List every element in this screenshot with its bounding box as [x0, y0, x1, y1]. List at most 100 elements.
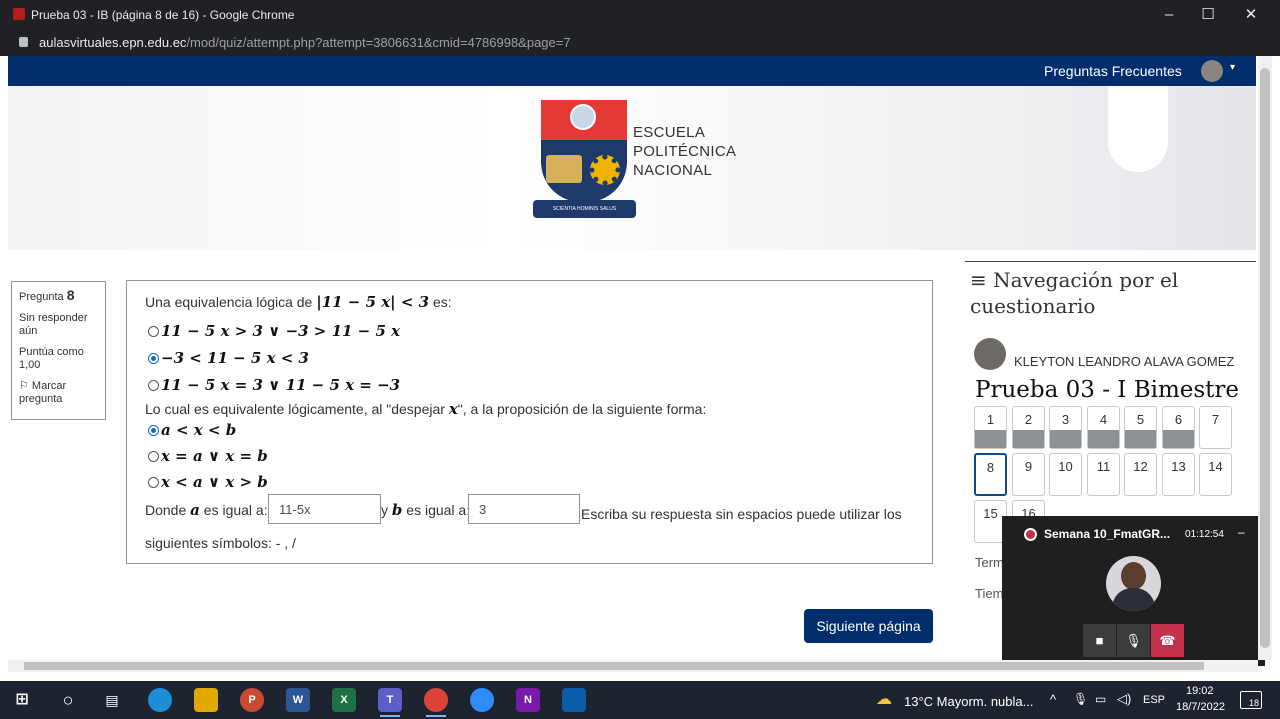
close-window-button[interactable]: ✕: [1228, 4, 1274, 26]
question-nav-button[interactable]: 12: [1124, 453, 1157, 496]
notification-count: 18: [1248, 698, 1259, 708]
question-nav-button[interactable]: 3: [1049, 406, 1082, 449]
logo-motto: SCIENTIA HOMINIS SALUS: [533, 200, 636, 218]
notifications-icon[interactable]: 18: [1240, 691, 1262, 709]
option-text: 11 − 5 x = 3 ∨ 11 − 5 x = −3: [161, 376, 401, 394]
question-nav-number: 4: [1099, 412, 1108, 427]
option-1-1[interactable]: 11 − 5 x > 3 ∨ −3 > 11 − 5 x: [148, 322, 400, 341]
answered-indicator: [1163, 430, 1194, 448]
microphone-icon[interactable]: 🎙: [1073, 692, 1088, 706]
battery-icon[interactable]: ▭: [1095, 692, 1106, 706]
hang-up-button[interactable]: ☎: [1151, 624, 1184, 657]
user-avatar[interactable]: [1201, 60, 1223, 82]
question-grade: Puntúa como 1,00: [19, 346, 84, 371]
clock-time[interactable]: 19:02: [1186, 685, 1214, 697]
horizontal-scrollbar[interactable]: [8, 660, 1258, 672]
finish-attempt-link[interactable]: Term: [975, 555, 1004, 570]
faq-link[interactable]: Preguntas Frecuentes: [1044, 63, 1182, 79]
question-nav-button[interactable]: 7: [1199, 406, 1232, 449]
clock-date[interactable]: 18/7/2022: [1176, 701, 1225, 713]
radio-button[interactable]: [148, 451, 159, 462]
photos-icon[interactable]: [562, 688, 586, 712]
tray-chevron-icon[interactable]: ^: [1050, 692, 1056, 707]
weather-text[interactable]: 13°C Mayorm. nubla...: [904, 694, 1033, 709]
teams-icon[interactable]: T: [378, 688, 402, 717]
question-nav-button[interactable]: 9: [1012, 453, 1045, 496]
intro-suffix: es:: [432, 294, 452, 310]
flag-icon: ⚐: [19, 380, 32, 392]
middle-suffix: ", a la proposición de la siguiente form…: [457, 401, 707, 417]
volume-icon[interactable]: ◁): [1117, 691, 1131, 707]
search-icon[interactable]: ○: [56, 688, 80, 712]
student-avatar: [974, 338, 1006, 370]
logo-line-3: NACIONAL: [633, 162, 713, 179]
scrollbar-thumb[interactable]: [1260, 68, 1270, 648]
question-nav-number: 13: [1171, 459, 1186, 474]
vertical-scrollbar[interactable]: [1258, 56, 1272, 660]
answered-indicator: [975, 430, 1006, 448]
language-indicator[interactable]: ESP: [1143, 694, 1165, 706]
flag-question-link[interactable]: ⚐ Marcar pregunta: [19, 380, 98, 406]
option-1-3[interactable]: 11 − 5 x = 3 ∨ 11 − 5 x = −3: [148, 376, 400, 395]
mic-muted-button[interactable]: 🎙: [1117, 624, 1150, 657]
excel-icon[interactable]: X: [332, 688, 356, 712]
question-nav-number: 12: [1133, 459, 1148, 474]
question-nav-number: 10: [1058, 459, 1073, 474]
option-2-1[interactable]: a < x < b: [148, 421, 236, 440]
answered-indicator: [1088, 430, 1119, 448]
teams-call-window[interactable]: Semana 10_FmatGR... 01:12:54 – ■ 🎙 ☎: [1002, 516, 1265, 666]
question-nav-button[interactable]: 1: [974, 406, 1007, 449]
gear-icon: [590, 155, 620, 185]
radio-button[interactable]: [148, 326, 159, 337]
option-2-2[interactable]: x = a ∨ x = b: [148, 447, 268, 466]
question-nav-button[interactable]: 13: [1162, 453, 1195, 496]
answered-indicator: [1050, 430, 1081, 448]
question-nav-button[interactable]: 11: [1087, 453, 1120, 496]
question-nav-number: 3: [1061, 412, 1070, 427]
question-nav-button[interactable]: 5: [1124, 406, 1157, 449]
question-middle-text: Lo cual es equivalente lógicamente, al "…: [145, 400, 706, 418]
option-text: −3 < 11 − 5 x < 3: [161, 349, 309, 367]
chevron-down-icon[interactable]: ▾: [1230, 62, 1235, 73]
word-icon[interactable]: W: [286, 688, 310, 712]
time-left-label: Tiem: [975, 586, 1004, 601]
book-icon: [546, 155, 582, 183]
maximize-button[interactable]: ☐: [1185, 4, 1231, 26]
question-intro: Una equivalencia lógica de |11 − 5 x| < …: [145, 293, 452, 311]
option-text: a < x < b: [161, 421, 237, 439]
minimize-call-button[interactable]: –: [1238, 525, 1245, 539]
radio-button-selected[interactable]: [148, 425, 159, 436]
weather-icon[interactable]: ☁: [873, 688, 895, 712]
question-nav-button[interactable]: 6: [1162, 406, 1195, 449]
browser-title-bar: Prueba 03 - IB (página 8 de 16) - Google…: [0, 0, 1280, 30]
windows-start-icon[interactable]: ⊞: [10, 688, 34, 712]
question-nav-button[interactable]: 10: [1049, 453, 1082, 496]
logo-line-1: ESCUELA: [633, 124, 706, 141]
camera-button[interactable]: ■: [1083, 624, 1116, 657]
scrollbar-thumb[interactable]: [24, 662, 1204, 670]
radio-button[interactable]: [148, 477, 159, 488]
question-nav-button[interactable]: 2: [1012, 406, 1045, 449]
task-view-icon[interactable]: ▤: [100, 688, 124, 712]
radio-button[interactable]: [148, 380, 159, 391]
url-text[interactable]: aulasvirtuales.epn.edu.ec/mod/quiz/attem…: [39, 35, 571, 50]
call-duration: 01:12:54: [1185, 529, 1224, 540]
question-nav-button[interactable]: 14: [1199, 453, 1232, 496]
next-page-button[interactable]: Siguiente página: [804, 609, 933, 643]
onenote-icon[interactable]: N: [516, 688, 540, 712]
globe-icon: [570, 104, 596, 130]
edge-icon[interactable]: [148, 688, 172, 712]
banner-decoration: [1108, 86, 1168, 172]
question-nav-button-current[interactable]: 8: [974, 453, 1007, 496]
intro-prefix: Una equivalencia lógica de: [145, 294, 313, 310]
file-explorer-icon[interactable]: [194, 688, 218, 712]
question-nav-button[interactable]: 4: [1087, 406, 1120, 449]
address-bar[interactable]: aulasvirtuales.epn.edu.ec/mod/quiz/attem…: [0, 30, 1280, 56]
recording-icon: [1024, 528, 1037, 541]
option-1-2[interactable]: −3 < 11 − 5 x < 3: [148, 349, 309, 368]
radio-button-selected[interactable]: [148, 353, 159, 364]
option-2-3[interactable]: x < a ∨ x > b: [148, 473, 268, 492]
chrome-icon[interactable]: [424, 688, 448, 717]
powerpoint-icon[interactable]: P: [240, 688, 264, 712]
zoom-icon[interactable]: [470, 688, 494, 712]
